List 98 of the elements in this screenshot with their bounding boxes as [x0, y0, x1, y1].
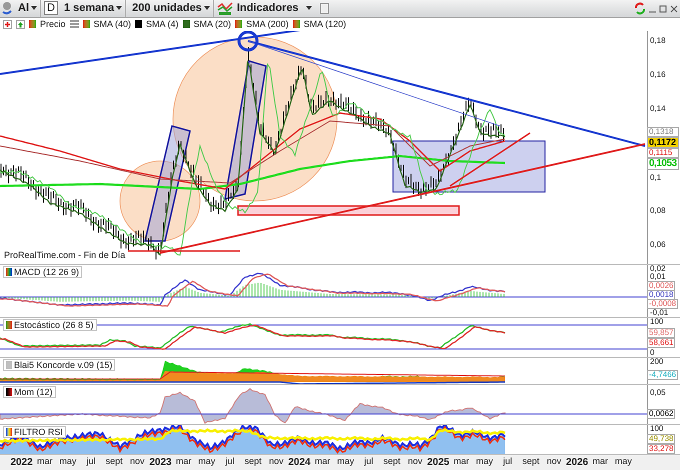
value-tag: 49,738	[647, 434, 676, 444]
units-dropdown[interactable]: 200 unidades	[129, 0, 214, 17]
indicator-swatch-icon	[6, 361, 12, 370]
indicator-axis-label: 100	[650, 425, 664, 434]
indicator-axis-label: 0	[650, 349, 654, 358]
value-tag: 58,661	[647, 338, 676, 348]
panel-toggle-icon[interactable]	[320, 2, 329, 14]
legend-label[interactable]: SMA (4)	[146, 18, 179, 32]
time-axis-label: sept	[244, 455, 263, 468]
time-axis-label: jul	[363, 455, 374, 468]
time-axis-label: may	[58, 455, 78, 468]
time-axis-label: jul	[224, 455, 236, 468]
price-axis-label: 0,06	[650, 240, 666, 249]
list-icon[interactable]	[70, 20, 79, 28]
price-axis-label: 0,14	[650, 104, 666, 113]
time-axis-label: nov	[129, 455, 146, 468]
time-axis-label: nov	[406, 455, 424, 468]
chevron-icon[interactable]	[306, 6, 312, 10]
value-tag: 0,1115	[647, 148, 679, 158]
time-axis-label: jul	[502, 455, 514, 468]
timeframe-dropdown[interactable]: 1 semana	[60, 0, 126, 17]
up-arrow-icon[interactable]	[16, 20, 25, 29]
legend-swatch-icon	[29, 20, 36, 28]
price-axis-label: 0,1	[650, 172, 662, 182]
time-axis-label: 2026	[566, 456, 589, 470]
indicator-axis-label: 0,05	[650, 389, 666, 398]
indicator-axis-label: 0,02	[650, 265, 666, 274]
indicator-axis-label: -0,01	[650, 309, 668, 318]
value-tag: -0,0008	[647, 299, 678, 310]
value-tag: 0,0026	[647, 281, 676, 292]
value-tag: 0,0018	[647, 290, 676, 300]
price-axis-label: 0,18	[650, 36, 666, 45]
time-axis-label: mar	[314, 455, 332, 468]
time-axis-label: 2023	[148, 456, 172, 470]
value-tag: 59,857	[647, 328, 676, 338]
indicator-label: Mom (12)	[14, 387, 53, 398]
indicator-swatch-icon	[6, 321, 12, 330]
time-axis-label: sept	[521, 455, 540, 468]
legend-label[interactable]: SMA (200)	[246, 18, 289, 32]
time-axis-label: may	[614, 455, 633, 468]
time-axis-label: sept	[382, 455, 402, 468]
legend-label[interactable]: SMA (120)	[304, 18, 346, 32]
indicator-axis-label: 200	[650, 358, 664, 366]
time-axis-label: mar	[452, 455, 470, 468]
time-axis-label: 2022	[10, 456, 34, 470]
value-tag: -4,7466	[647, 370, 678, 380]
indicator-label: Blai5 Koncorde v.09 (15)	[14, 360, 112, 370]
indicator-title[interactable]: Mom (12)	[3, 386, 56, 398]
price-axis-label: 0,08	[650, 206, 666, 215]
refresh-icon[interactable]	[634, 2, 646, 15]
value-tag: 0,1053	[647, 158, 679, 170]
indicator-title[interactable]: Estocástico (26 8 5)	[3, 319, 97, 332]
indicator-label: MACD (12 26 9)	[14, 267, 80, 278]
indicator-label: FILTRO RSI	[14, 427, 63, 438]
time-axis-label: 2024	[288, 456, 311, 470]
indicator-axis-label: 100	[650, 318, 664, 326]
legend-label[interactable]: Precio	[40, 18, 66, 32]
time-axis-label: mar	[36, 455, 54, 468]
chevron-icon	[116, 6, 122, 10]
app-icon[interactable]	[2, 1, 12, 16]
add-icon[interactable]	[3, 20, 12, 29]
legend-swatch-icon	[235, 20, 242, 28]
chevron-icon	[31, 6, 37, 10]
indicator-label: Estocástico (26 8 5)	[14, 320, 94, 330]
legend-swatch-icon	[82, 20, 90, 28]
indicator-swatch-icon	[6, 428, 12, 436]
legend-label[interactable]: SMA (40)	[94, 18, 132, 32]
close-icon[interactable]	[670, 4, 678, 13]
time-axis-label: may	[336, 455, 356, 468]
indicator-title[interactable]: Blai5 Koncorde v.09 (15)	[3, 359, 116, 372]
value-tag: 0,0062	[647, 409, 676, 420]
indicator-swatch-icon	[6, 268, 12, 276]
time-axis-label: 2025	[426, 456, 450, 470]
value-tag: 0,1318	[647, 126, 679, 137]
indicators-chart-icon[interactable]	[216, 1, 233, 16]
period-button[interactable]: D	[44, 1, 58, 16]
legend-swatch-icon	[292, 20, 300, 28]
legend-label[interactable]: SMA (20)	[194, 18, 232, 32]
time-axis-label: nov	[268, 455, 284, 468]
maximize-icon[interactable]	[659, 4, 667, 13]
indicator-swatch-icon	[6, 388, 12, 396]
indicators-button[interactable]: Indicadores	[236, 0, 300, 17]
chevron-icon	[204, 6, 210, 10]
price-axis-label: 0,16	[650, 70, 666, 79]
indicator-title[interactable]: MACD (12 26 9)	[3, 266, 82, 278]
time-axis-label: nov	[546, 455, 562, 468]
indicator-title[interactable]: FILTRO RSI	[3, 426, 66, 438]
time-axis-label: may	[197, 455, 216, 468]
time-axis-label: mar	[592, 455, 610, 468]
indicator-axis-label: 0,01	[650, 273, 666, 282]
time-axis-label: mar	[174, 455, 192, 468]
time-axis-label: jul	[85, 455, 97, 468]
value-tag: 33,278	[647, 444, 676, 454]
value-tag: 0,1172	[647, 136, 679, 148]
time-axis-label: sept	[104, 455, 124, 468]
instrument-dropdown[interactable]: Al	[15, 0, 41, 17]
data-source-label: ProRealTime.com - Fin de Día	[4, 248, 126, 262]
time-axis-label: may	[475, 455, 494, 468]
